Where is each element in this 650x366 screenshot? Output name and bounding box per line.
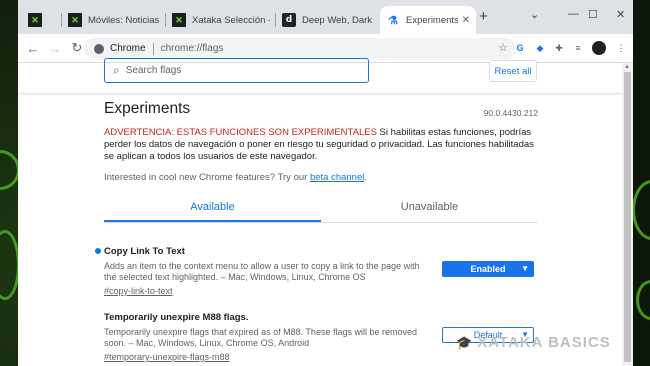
d-icon: d (282, 13, 296, 27)
bookmark-star-icon[interactable]: ☆ (498, 41, 508, 54)
chrome-site-icon (94, 43, 104, 54)
tab-experiments[interactable]: ⚗ Experiments ✕ (380, 6, 476, 34)
decorative-circuit (0, 230, 20, 300)
page-title: Experiments (104, 100, 191, 117)
reset-all-button[interactable]: Reset all (489, 60, 537, 82)
flag-state-select[interactable]: Enabled ▼ (442, 261, 534, 277)
flask-icon: ⚗ (388, 14, 398, 27)
xataka-x-icon: ✕ (28, 13, 42, 27)
browser-window: ✕ ✕ Móviles: Noticias, an ✕ Xataka Selec… (18, 0, 633, 366)
warning-heading: ADVERTENCIA: ESTAS FUNCIONES SON EXPERIM… (104, 127, 377, 138)
tab-label: Móviles: Noticias, an (88, 14, 160, 26)
flag-item: Copy Link To Text Adds an item to the co… (95, 246, 538, 296)
scrollbar-thumb[interactable] (624, 72, 631, 362)
flag-name: Copy Link To Text (95, 246, 538, 257)
tab-label: Deep Web, Dark We (302, 14, 374, 26)
tab-label: Experiments (406, 14, 458, 26)
tab-2[interactable]: ✕ Xataka Selección - l (166, 6, 276, 34)
profile-avatar[interactable] (592, 41, 606, 55)
flags-page: ⌕ Search flags Reset all Experiments 90.… (18, 58, 622, 366)
decorative-circuit (632, 180, 650, 240)
forward-arrow-icon[interactable]: → (44, 41, 66, 56)
close-tab-icon[interactable]: ✕ (462, 15, 470, 26)
omnibox-url: chrome://flags (160, 43, 224, 54)
graduation-cap-icon: 🎓 (456, 335, 474, 350)
extensions-puzzle-icon[interactable]: ✚ (552, 41, 566, 55)
tab-0[interactable]: ✕ (22, 6, 62, 34)
flag-title: Copy Link To Text (104, 246, 185, 257)
reading-list-icon[interactable]: ≡ (571, 41, 585, 55)
chevron-down-icon: ▼ (521, 264, 529, 273)
translate-icon[interactable]: G (513, 41, 527, 55)
beta-channel-promo: Interested in cool new Chrome features? … (104, 172, 367, 183)
tab-available[interactable]: Available (104, 193, 321, 222)
xataka-x-icon: ✕ (68, 13, 82, 27)
search-flags-input[interactable]: ⌕ Search flags (104, 58, 369, 83)
xataka-x-icon: ✕ (172, 13, 186, 27)
page-scrollbar[interactable]: ▲ (622, 63, 633, 366)
tab-unavailable[interactable]: Unavailable (321, 193, 538, 222)
decorative-circuit (0, 150, 20, 190)
omnibox-divider (152, 42, 154, 55)
tab-strip: ✕ ✕ Móviles: Noticias, an ✕ Xataka Selec… (18, 0, 633, 34)
minimize-icon[interactable]: — (568, 8, 579, 20)
select-value: Enabled (470, 264, 506, 274)
filter-tabs: Available Unavailable (104, 193, 538, 223)
close-window-icon[interactable]: ✕ (616, 8, 625, 21)
watermark-logo: 🎓 XATAKA BASICS (456, 334, 611, 351)
flag-anchor-link[interactable]: #copy-link-to-text (104, 286, 538, 296)
search-header: ⌕ Search flags Reset all (18, 58, 622, 93)
flag-description: Temporarily unexpire flags that expired … (104, 327, 417, 348)
menu-kebab-icon[interactable]: ⋮ (614, 41, 628, 55)
search-placeholder: Search flags (125, 65, 182, 76)
address-bar[interactable]: Chrome chrome://flags ☆ (84, 38, 516, 59)
beta-channel-link[interactable]: beta channel (310, 172, 364, 183)
modified-dot-icon (95, 248, 101, 254)
tab-1[interactable]: ✕ Móviles: Noticias, an (62, 6, 166, 34)
tab-label: Xataka Selección - l (192, 14, 270, 26)
flag-description: Adds an item to the context menu to allo… (104, 261, 420, 282)
promo-text: Interested in cool new Chrome features? … (104, 172, 310, 183)
flag-title: Temporarily unexpire M88 flags. (104, 312, 249, 323)
back-arrow-icon[interactable]: ← (22, 41, 44, 56)
maximize-icon[interactable]: ☐ (588, 8, 598, 21)
scroll-up-arrow-icon[interactable]: ▲ (624, 64, 630, 70)
version-label: 90.0.4430.212 (483, 108, 538, 118)
flag-anchor-link[interactable]: #temporary-unexpire-flags-m88 (104, 352, 538, 362)
promo-end: . (364, 172, 367, 183)
tab-3[interactable]: d Deep Web, Dark We (276, 6, 380, 34)
shield-extension-icon[interactable]: ◆ (533, 41, 547, 55)
omnibox-site-label: Chrome (110, 43, 146, 54)
flag-name: Temporarily unexpire M88 flags. (104, 312, 538, 323)
watermark-text: XATAKA BASICS (477, 334, 611, 351)
new-tab-plus-icon[interactable]: + (479, 8, 488, 25)
decorative-circuit (636, 280, 650, 320)
warning-text: ADVERTENCIA: ESTAS FUNCIONES SON EXPERIM… (104, 127, 538, 163)
search-icon: ⌕ (113, 63, 120, 77)
tab-search-chevron-icon[interactable]: ⌄ (530, 8, 539, 21)
